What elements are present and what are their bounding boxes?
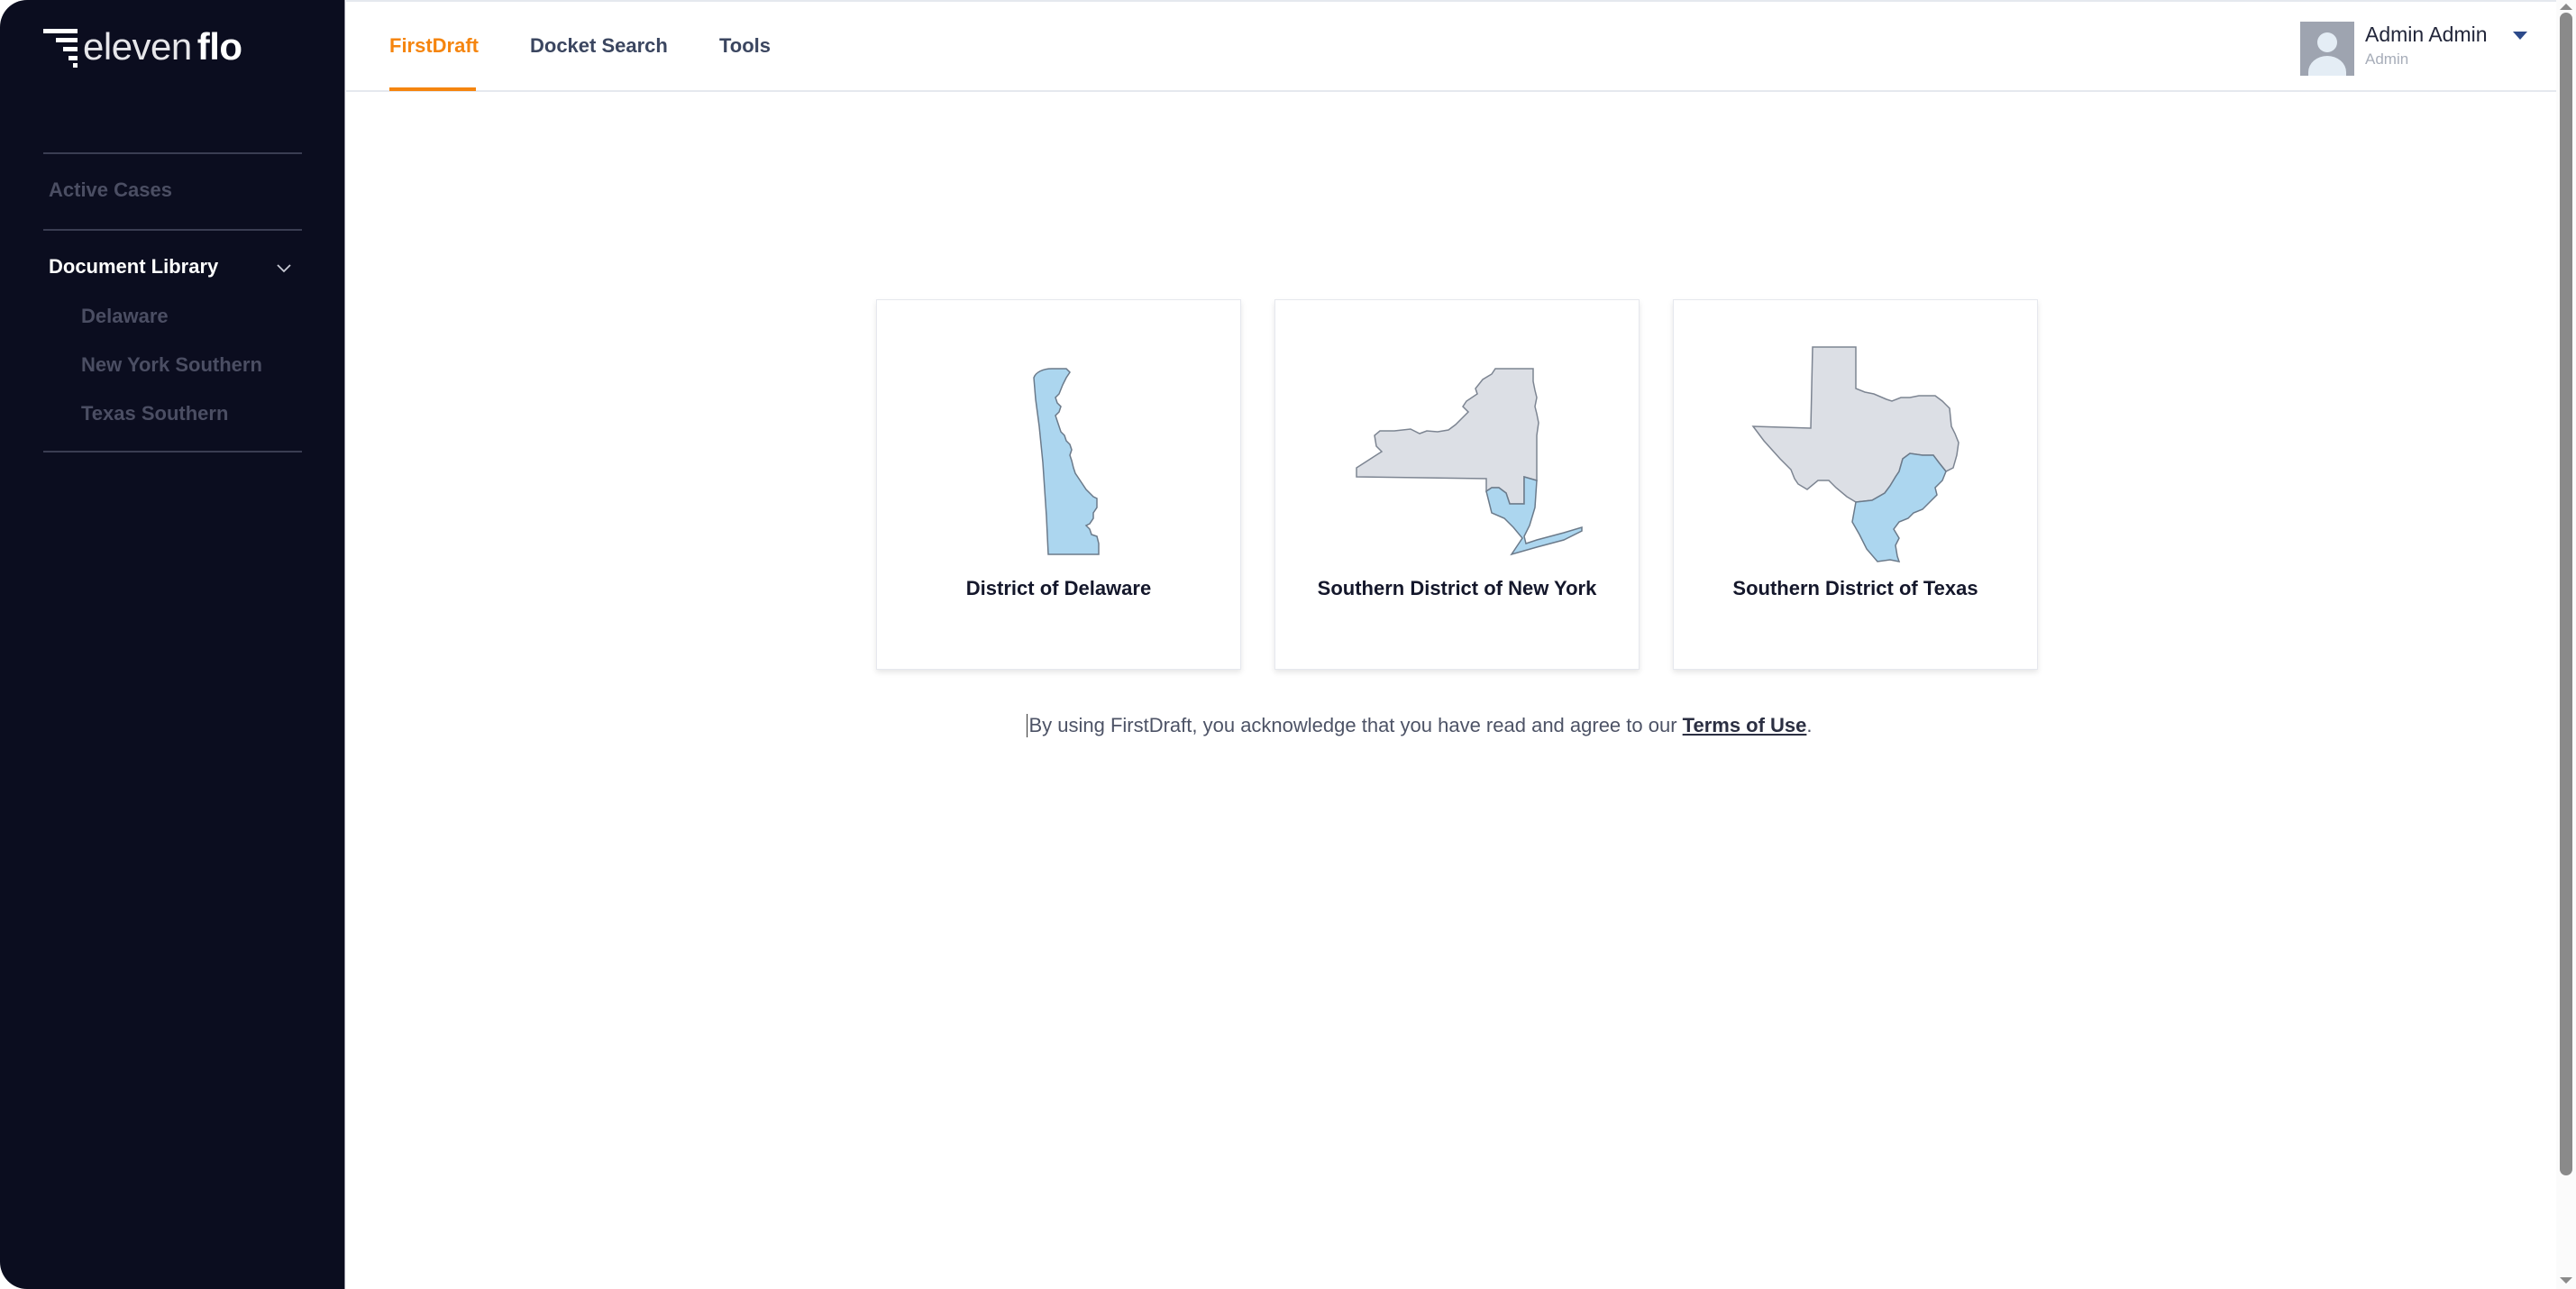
top-nav: FirstDraft Docket Search Tools Admin Adm… <box>346 0 2556 92</box>
tab-docket-search[interactable]: Docket Search <box>530 34 668 58</box>
sidebar-item-texas-southern[interactable]: Texas Southern <box>81 402 228 425</box>
scrollbar-thumb[interactable] <box>2560 13 2572 1175</box>
logo-text: eleven flo <box>83 28 242 66</box>
scroll-up-arrow-icon[interactable] <box>2560 4 2572 10</box>
sidebar-item-document-library[interactable]: Document Library <box>49 255 218 279</box>
district-card-delaware[interactable]: District of Delaware <box>876 299 1241 670</box>
scroll-down-arrow-icon[interactable] <box>2560 1277 2572 1284</box>
user-menu[interactable]: Admin Admin Admin <box>2300 20 2553 78</box>
user-role: Admin <box>2365 50 2409 68</box>
district-card-title: Southern District of New York <box>1317 577 1597 599</box>
new-york-map-icon <box>1356 368 1583 556</box>
district-card-title: Southern District of Texas <box>1732 577 1978 599</box>
terms-suffix: . <box>1806 714 1813 736</box>
terms-notice: By using FirstDraft, you acknowledge tha… <box>0 714 2576 737</box>
sidebar-divider <box>43 451 302 453</box>
logo-text-bold: flo <box>196 25 242 68</box>
avatar <box>2300 22 2354 76</box>
district-card-title: District of Delaware <box>965 577 1152 599</box>
vertical-scrollbar[interactable] <box>2556 0 2576 1289</box>
text-cursor <box>1027 714 1028 737</box>
tab-firstdraft[interactable]: FirstDraft <box>389 34 479 58</box>
terms-of-use-link[interactable]: Terms of Use <box>1683 714 1807 736</box>
sidebar-divider <box>43 152 302 154</box>
logo[interactable]: eleven flo <box>41 25 242 69</box>
district-card-texas-southern[interactable]: Southern District of Texas <box>1673 299 2038 670</box>
chevron-down-icon[interactable] <box>275 260 293 278</box>
sidebar: eleven flo Active Cases Document Library … <box>0 0 345 1289</box>
user-name: Admin Admin <box>2365 23 2488 46</box>
caret-down-icon[interactable] <box>2513 32 2527 40</box>
sidebar-item-delaware[interactable]: Delaware <box>81 305 169 328</box>
tab-tools[interactable]: Tools <box>719 34 771 58</box>
texas-map-icon <box>1751 346 1959 562</box>
terms-prefix: By using FirstDraft, you acknowledge tha… <box>1028 714 1683 736</box>
sidebar-item-new-york-southern[interactable]: New York Southern <box>81 353 262 377</box>
sidebar-item-active-cases[interactable]: Active Cases <box>49 178 172 202</box>
delaware-map-icon <box>1033 368 1100 555</box>
district-card-new-york-southern[interactable]: Southern District of New York <box>1274 299 1640 670</box>
logo-icon <box>41 27 78 68</box>
sidebar-divider <box>43 229 302 231</box>
logo-text-light: eleven <box>83 25 192 68</box>
active-tab-indicator <box>389 87 476 91</box>
